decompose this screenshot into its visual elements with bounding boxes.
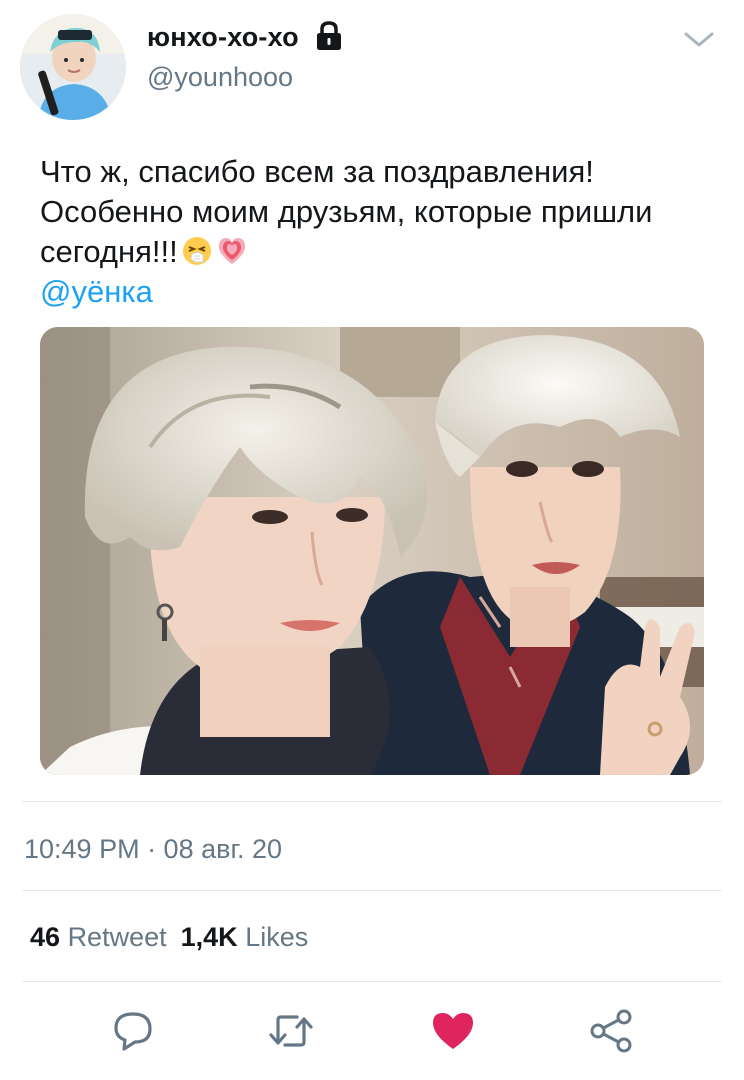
lock-icon: [317, 21, 341, 50]
avatar-image: [20, 14, 126, 120]
like-button[interactable]: [428, 1008, 478, 1054]
growing-heart-emoji: [218, 238, 245, 264]
reply-button[interactable]: [108, 1008, 158, 1054]
mention-link[interactable]: @уёнка: [40, 272, 153, 312]
tweet-photo[interactable]: [40, 327, 704, 775]
retweet-icon: [269, 1015, 313, 1047]
chevron-down-icon[interactable]: [682, 28, 716, 50]
divider: [22, 801, 722, 802]
retweets-stat[interactable]: 46 Retweet: [30, 922, 167, 952]
sneezing-face-emoji: [182, 237, 211, 265]
retweets-count: 46: [30, 922, 61, 952]
tweet-card: юнхо-хо-хо @younhooo Что ж, спасибо всем…: [0, 0, 744, 1080]
user-handle[interactable]: @younhooo: [147, 62, 293, 93]
photo-image: [40, 327, 704, 775]
avatar[interactable]: [20, 14, 126, 120]
retweet-button[interactable]: [266, 1008, 316, 1054]
likes-stat[interactable]: 1,4K Likes: [181, 922, 309, 952]
tweet-stats: 46 Retweet 1,4K Likes: [30, 922, 308, 953]
like-icon: [433, 1013, 473, 1049]
divider: [22, 890, 722, 891]
share-button[interactable]: [586, 1008, 636, 1054]
reply-icon: [114, 1012, 152, 1051]
tweet-text-line: сегодня!!!: [40, 232, 720, 272]
tweet-text-line-content: сегодня!!!: [40, 234, 178, 269]
share-icon: [590, 1009, 632, 1053]
timestamp[interactable]: 10:49 PM · 08 авг. 20: [24, 834, 282, 865]
tweet-text-line: Особенно моим друзьям, которые пришли: [40, 194, 653, 229]
likes-label: Likes: [245, 922, 309, 952]
tweet-text: Что ж, спасибо всем за поздравления! Осо…: [40, 152, 720, 272]
retweets-label: Retweet: [67, 922, 167, 952]
tweet-text-line: Что ж, спасибо всем за поздравления!: [40, 154, 594, 189]
likes-count: 1,4K: [180, 922, 238, 952]
divider: [22, 981, 722, 982]
display-name[interactable]: юнхо-хо-хо: [147, 22, 299, 53]
